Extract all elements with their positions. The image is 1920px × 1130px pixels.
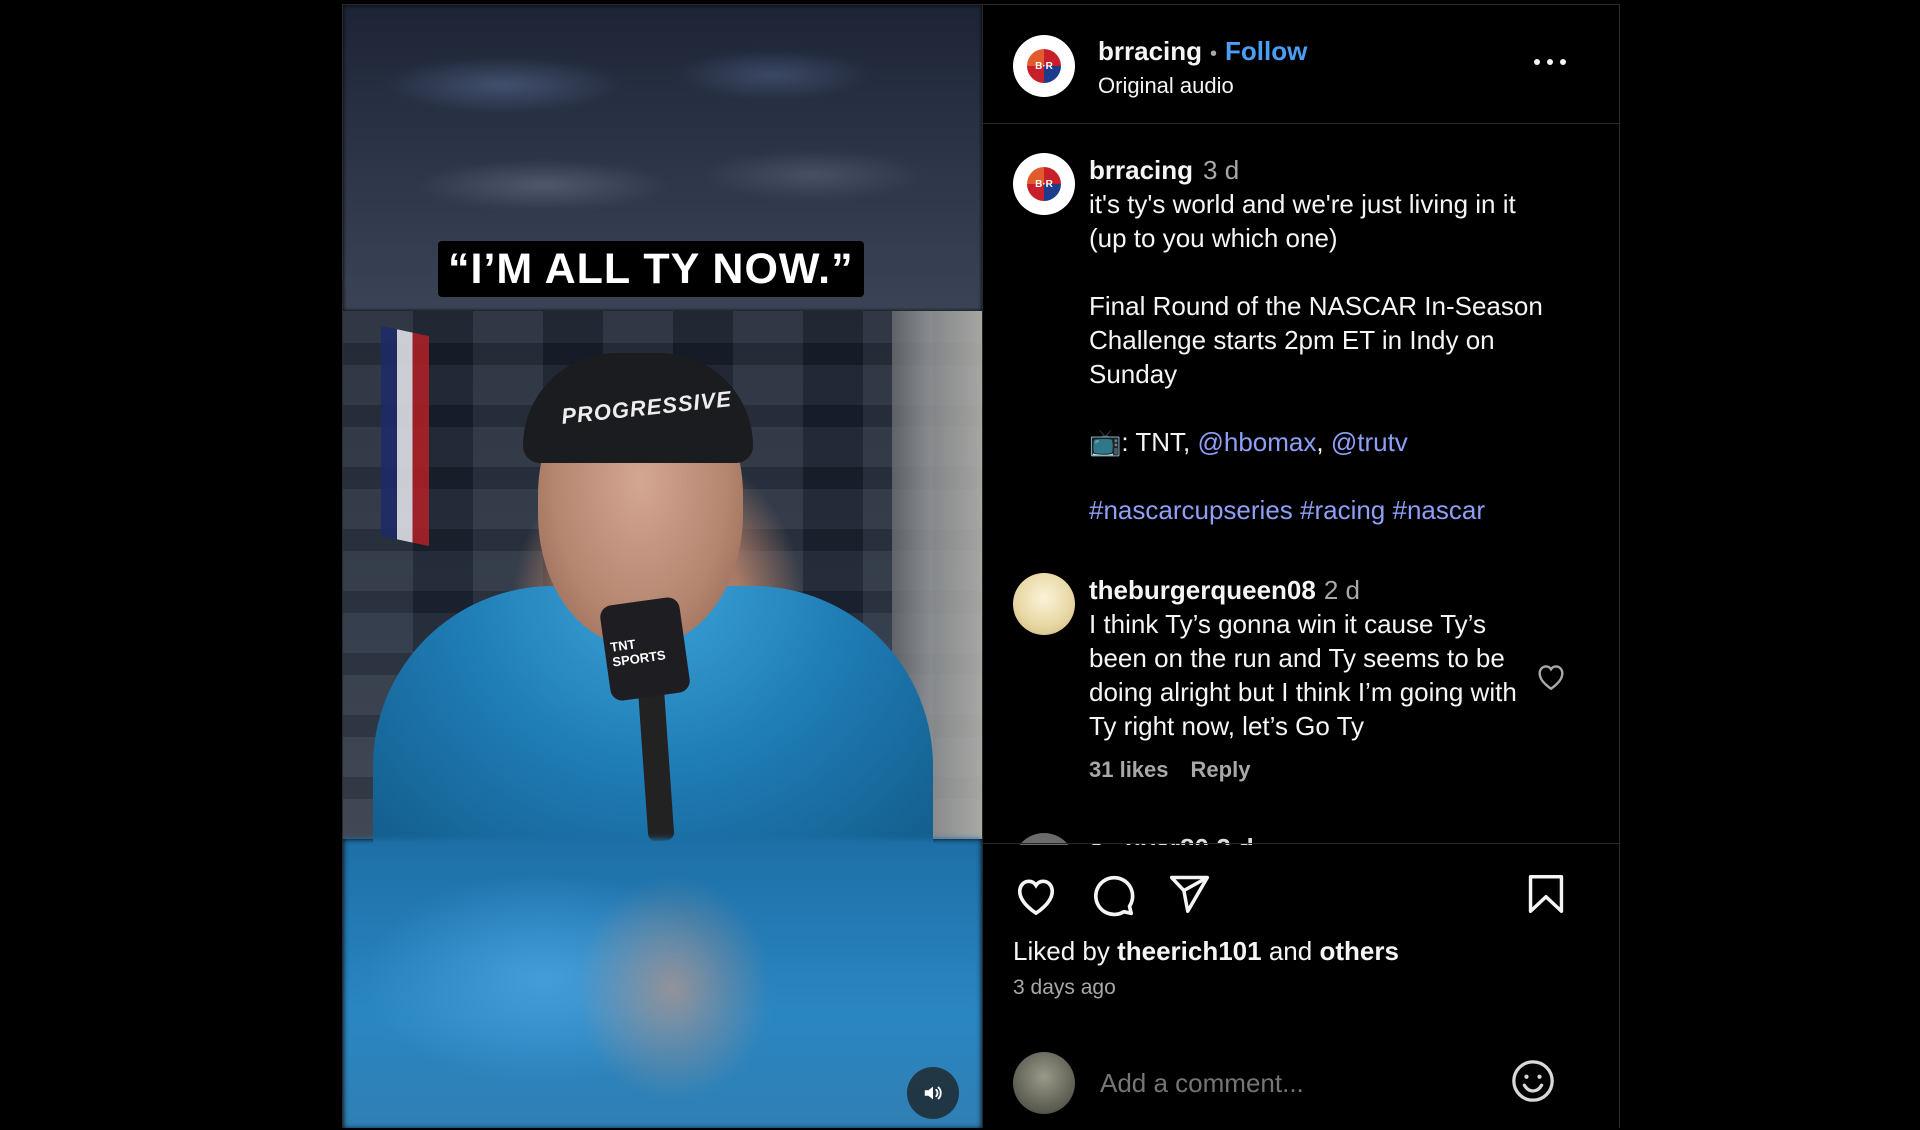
add-comment-input[interactable] (1100, 1068, 1520, 1099)
post-header: B·R brracing • Follow Original audio (983, 5, 1619, 124)
commenter-username[interactable]: theburgerqueen08 (1089, 575, 1316, 605)
comment-button[interactable] (1090, 872, 1136, 918)
caption-username[interactable]: brracing (1089, 155, 1193, 185)
caption-time: 3 d (1203, 155, 1240, 185)
current-user-avatar[interactable] (1013, 1052, 1075, 1114)
commenter-avatar[interactable] (1013, 573, 1075, 635)
post-panel: B·R brracing • Follow Original audio B·R b… (983, 5, 1619, 1128)
bookmark-icon (1528, 874, 1564, 913)
emoji-icon (1512, 1060, 1554, 1102)
caption-line-2: Final Round of the NASCAR In-Season Chal… (1089, 291, 1543, 389)
comment-time: 2 d (1323, 575, 1360, 605)
caption-line-3: 📺: TNT, @hbomax, @trutv (1089, 425, 1559, 459)
post-date[interactable]: 3 days ago (1013, 976, 1116, 1000)
header-username-row: brracing • Follow (1098, 36, 1307, 67)
comment-text: I think Ty’s gonna win it cause Ty’s bee… (1089, 609, 1517, 741)
save-button[interactable] (1526, 872, 1566, 916)
cap-text: PROGRESSIVE (560, 386, 733, 429)
share-button[interactable] (1167, 872, 1211, 916)
comment-like-button[interactable] (1535, 661, 1567, 696)
comments-section[interactable]: B·R brracing 3 d it's ty's world and we'r… (983, 125, 1619, 845)
comment-body: theburgerqueen08 2 d I think Ty’s gonna w… (1089, 573, 1539, 787)
emoji-button[interactable] (1510, 1058, 1556, 1104)
post-actions: Liked by theerich101 and others 3 days a… (983, 843, 1619, 1129)
more-options-button[interactable] (1534, 53, 1566, 71)
comment-meta: 31 likes Reply (1089, 753, 1539, 787)
add-comment-bar (983, 1052, 1619, 1130)
follow-button[interactable]: Follow (1225, 36, 1307, 66)
comment-likes[interactable]: 31 likes (1089, 757, 1169, 782)
profile-avatar[interactable]: B·R (1013, 35, 1075, 97)
broadcast-text: 📺: TNT, (1089, 427, 1198, 457)
video-frame: PROGRESSIVE TNT SPORTS (343, 311, 982, 846)
comment-icon (1094, 875, 1135, 917)
video-caption-overlay: “I’M ALL TY NOW.” (438, 241, 864, 297)
logo-text: B·R (1035, 60, 1053, 72)
liked-by: Liked by theerich101 and others (1013, 936, 1399, 967)
reply-button[interactable]: Reply (1191, 757, 1251, 782)
video-bottom-blur (343, 839, 982, 1128)
volume-icon (924, 1086, 942, 1100)
mention-separator: , (1316, 427, 1331, 457)
driver-cap: PROGRESSIVE (523, 353, 753, 463)
mention-trutv[interactable]: @trutv (1331, 427, 1408, 457)
liked-others[interactable]: others (1319, 936, 1398, 966)
flag-graphic (381, 325, 429, 547)
heart-icon (1538, 665, 1564, 691)
liked-prefix: Liked by (1013, 936, 1118, 966)
more-icon-dot (1560, 59, 1566, 65)
brracing-logo: B·R (1027, 49, 1061, 83)
liked-user[interactable]: theerich101 (1117, 936, 1262, 966)
liked-mid: and (1261, 936, 1320, 966)
separator-dot: • (1210, 43, 1218, 65)
caption-body: brracing 3 d it's ty's world and we're ju… (1089, 153, 1559, 527)
video-player[interactable]: PROGRESSIVE TNT SPORTS “I’M ALL TY NOW.” (343, 5, 983, 1128)
send-icon (1169, 875, 1210, 913)
more-icon-dot (1547, 59, 1553, 65)
more-icon (1534, 59, 1540, 65)
caption-avatar[interactable]: B·R (1013, 153, 1075, 215)
logo-text: B·R (1035, 178, 1053, 190)
microphone: TNT SPORTS (598, 595, 692, 703)
mic-text: TNT SPORTS (609, 636, 667, 670)
brracing-logo: B·R (1027, 167, 1061, 201)
mention-hbomax[interactable]: @hbomax (1197, 427, 1316, 457)
header-username[interactable]: brracing (1098, 36, 1202, 66)
like-button[interactable] (1013, 874, 1059, 916)
volume-button[interactable] (907, 1067, 959, 1119)
hashtags[interactable]: #nascarcupseries #racing #nascar (1089, 493, 1559, 527)
original-audio-link[interactable]: Original audio (1098, 73, 1234, 99)
post-modal: PROGRESSIVE TNT SPORTS “I’M ALL TY NOW.”… (342, 4, 1620, 1128)
heart-icon (1017, 879, 1055, 916)
caption-line-1: it's ty's world and we're just living in… (1089, 189, 1516, 253)
